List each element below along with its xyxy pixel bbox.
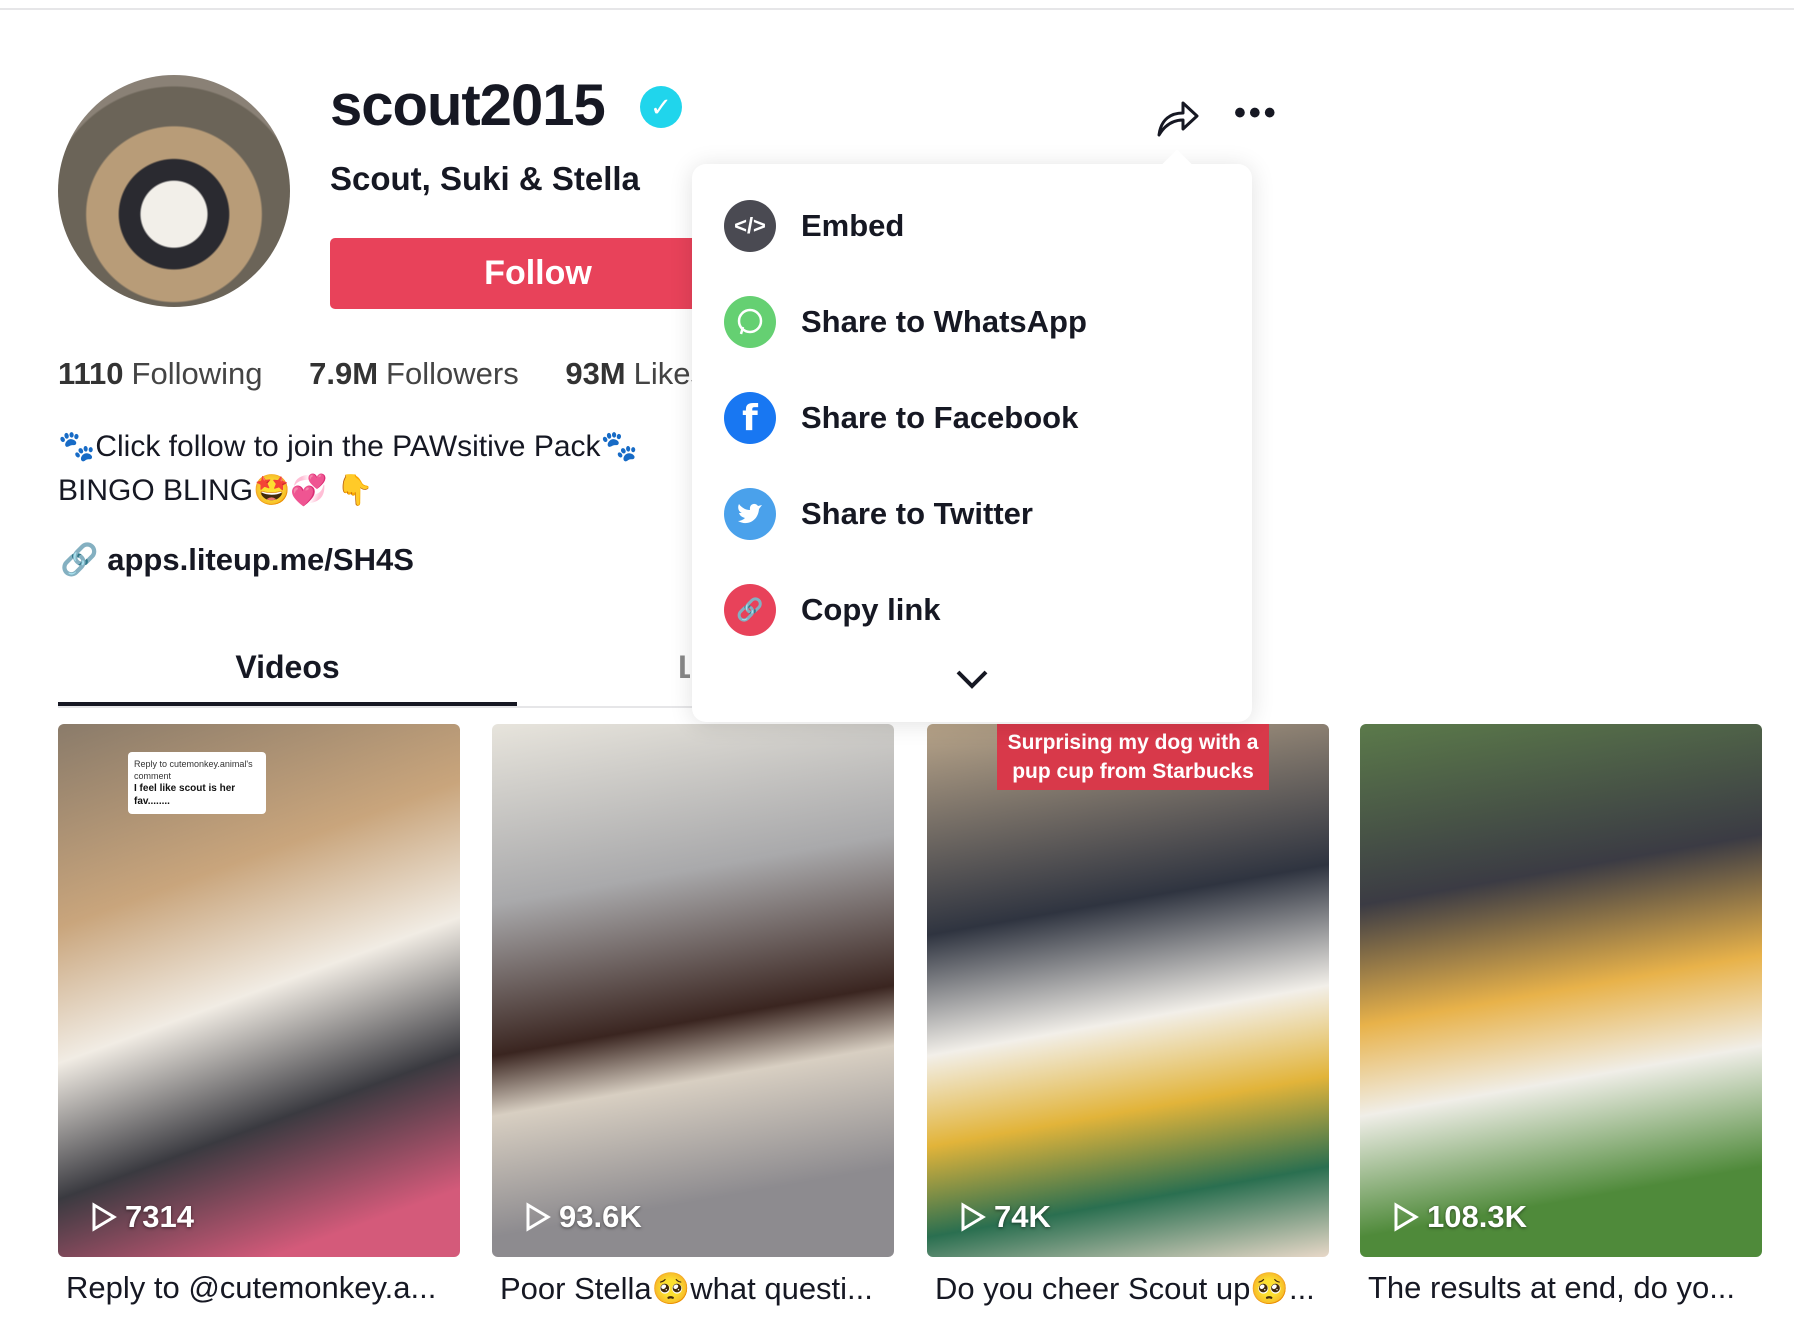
chevron-down-icon[interactable] (954, 664, 990, 694)
video-card[interactable]: Surprising my dog with a pup cup from St… (927, 724, 1329, 1257)
whatsapp-icon (724, 296, 776, 348)
tab-videos[interactable]: Videos (58, 640, 517, 706)
likes-stat: 93M Likes (565, 356, 707, 391)
share-menu-item-whatsapp[interactable]: Share to WhatsApp (724, 292, 1087, 352)
share-menu-item-twitter[interactable]: Share to Twitter (724, 484, 1033, 544)
bio-line: BINGO BLING🤩💞 👇 (58, 474, 374, 507)
play-icon (526, 1202, 551, 1232)
play-icon (92, 1202, 117, 1232)
view-count: 108.3K (1393, 1199, 1527, 1235)
username: scout2015 (330, 73, 606, 138)
video-card[interactable]: Reply to cutemonkey.animal's comment I fe… (58, 724, 460, 1257)
video-caption[interactable]: The results at end, do yo... (1360, 1270, 1762, 1306)
share-menu-item-facebook[interactable]: f Share to Facebook (724, 388, 1078, 448)
play-icon (1394, 1202, 1419, 1232)
follow-button[interactable]: Follow (330, 238, 746, 309)
share-menu-item-copy-link[interactable]: 🔗 Copy link (724, 580, 941, 640)
view-count: 74K (960, 1199, 1051, 1235)
twitter-icon (724, 488, 776, 540)
bio-line: 🐾Click follow to join the PAWsitive Pack… (58, 430, 638, 463)
view-count: 7314 (91, 1199, 194, 1235)
profile-stats: 1110 Following 7.9M Followers 93M Likes (58, 356, 744, 392)
bio: 🐾Click follow to join the PAWsitive Pack… (58, 425, 638, 513)
video-card[interactable]: 108.3K (1360, 724, 1762, 1257)
avatar[interactable] (58, 75, 290, 307)
facebook-icon: f (724, 392, 776, 444)
video-caption[interactable]: Do you cheer Scout up🥺... (927, 1270, 1329, 1307)
top-divider (0, 8, 1794, 10)
video-overlay-text: Surprising my dog with a pup cup from St… (997, 724, 1269, 790)
profile-link[interactable]: 🔗 apps.liteup.me/SH4S (60, 541, 414, 578)
play-icon (961, 1202, 986, 1232)
followers-stat[interactable]: 7.9M Followers (309, 356, 519, 391)
link-icon: 🔗 (724, 584, 776, 636)
share-menu-item-embed[interactable]: </> Embed (724, 196, 904, 256)
video-caption[interactable]: Poor Stella🥺what questi... (492, 1270, 894, 1307)
verified-badge-icon: ✓ (640, 86, 682, 128)
following-stat[interactable]: 1110 Following (58, 356, 263, 391)
video-caption[interactable]: Reply to @cutemonkey.a... (58, 1270, 460, 1306)
link-icon: 🔗 (60, 542, 99, 577)
tab-liked[interactable]: Liked (678, 640, 690, 706)
comment-bubble: Reply to cutemonkey.animal's comment I fe… (128, 752, 266, 814)
share-menu: </> Embed Share to WhatsApp f Share to F… (692, 164, 1252, 722)
view-count: 93.6K (525, 1199, 642, 1235)
nickname: Scout, Suki & Stella (330, 160, 640, 197)
more-options-icon[interactable]: ••• (1234, 96, 1279, 130)
share-icon[interactable] (1155, 95, 1201, 139)
video-card[interactable]: 93.6K (492, 724, 894, 1257)
code-icon: </> (724, 200, 776, 252)
